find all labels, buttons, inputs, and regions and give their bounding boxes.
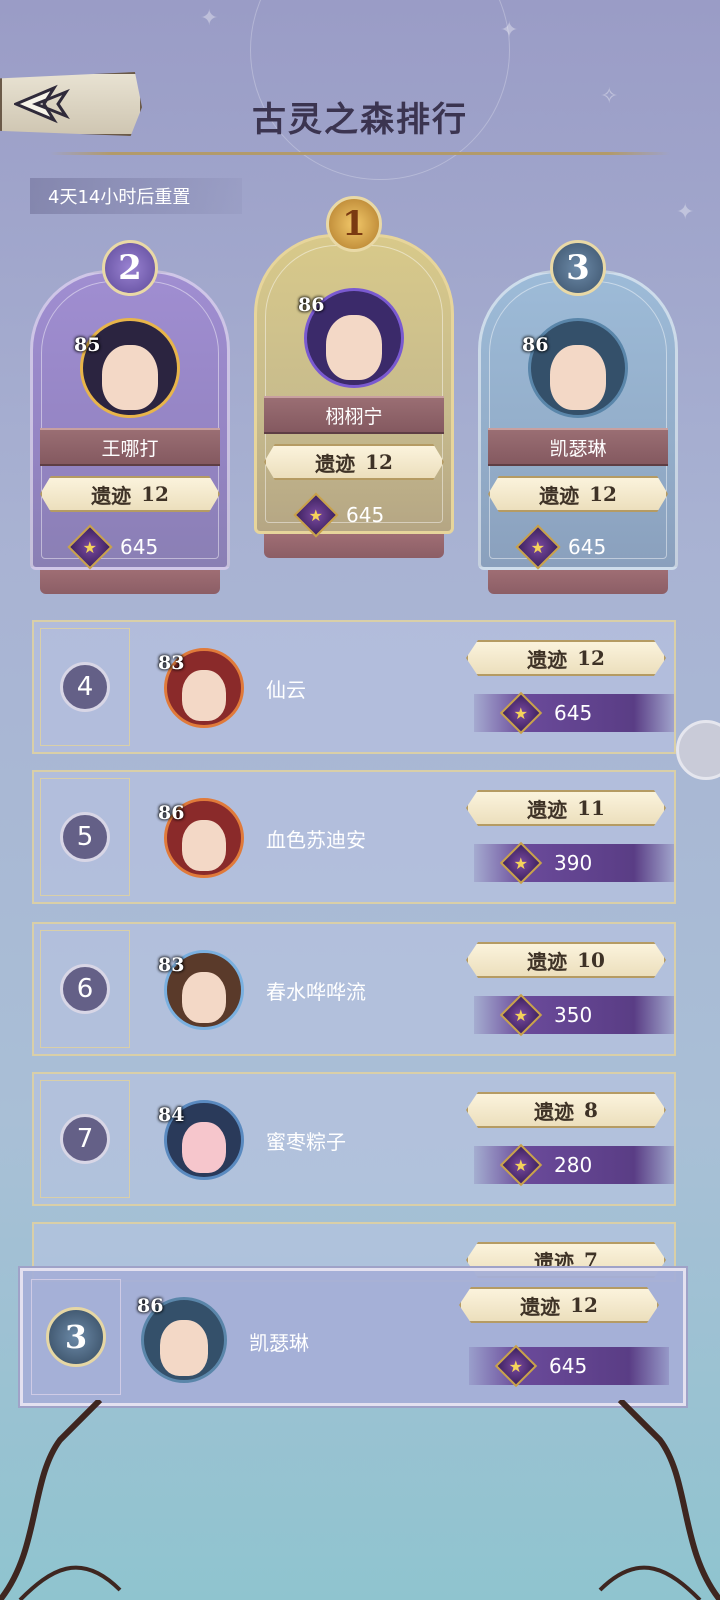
player-level: 86	[158, 802, 185, 824]
score-value: 350	[554, 1003, 593, 1027]
ruin-label: 遗迹	[527, 647, 568, 672]
rank-cell: 7	[40, 1080, 130, 1198]
rank-number: 5	[60, 812, 110, 862]
score-row: ★ 645	[67, 524, 159, 570]
star-gem-icon: ★	[499, 993, 543, 1037]
list-item[interactable]: 7 84 蜜枣粽子 遗迹 8 ★ 280	[32, 1072, 676, 1206]
player-level: 84	[158, 1104, 185, 1126]
rank-cell: 5	[40, 778, 130, 896]
player-name: 凯瑟琳	[488, 428, 668, 466]
score-bar: ★ 645	[474, 691, 674, 735]
score-bar: ★ 350	[474, 993, 674, 1037]
player-name: 仙云	[266, 678, 306, 702]
ruin-label: 遗迹	[534, 1099, 575, 1124]
player-name: 蜜枣粽子	[266, 1130, 346, 1154]
ruin-count-pill: 遗迹 12	[488, 476, 668, 512]
ruin-label: 遗迹	[527, 797, 568, 822]
title-divider	[50, 152, 670, 155]
side-tab-button[interactable]	[676, 720, 720, 780]
page-title: 古灵之森排行	[252, 100, 468, 140]
score-row: ★ 645	[515, 524, 607, 570]
star-gem-icon: ★	[515, 524, 561, 570]
ruin-count-pill: 遗迹 11	[466, 790, 666, 826]
star-gem-icon: ★	[293, 492, 339, 538]
avatar[interactable]	[80, 318, 180, 418]
list-item[interactable]: 6 83 春水哗哗流 遗迹 10 ★ 350	[32, 922, 676, 1056]
player-level: 86	[522, 334, 549, 356]
my-rank-row[interactable]: 3 86 凯瑟琳 遗迹 12 ★ 645	[20, 1268, 686, 1406]
star-gem-icon: ★	[499, 841, 543, 885]
rank-medal-2: 2	[102, 240, 158, 296]
ruin-value: 12	[141, 482, 169, 506]
score-value: 390	[554, 851, 593, 875]
rank-cell: 3	[31, 1279, 121, 1395]
player-name: 春水哗哗流	[266, 980, 366, 1004]
ruin-label: 遗迹	[539, 483, 580, 508]
player-name: 血色苏迪安	[266, 828, 366, 852]
list-item[interactable]: 4 83 仙云 遗迹 12 ★ 645	[32, 620, 676, 754]
ruin-value: 8	[584, 1098, 598, 1122]
ruin-label: 遗迹	[315, 451, 356, 476]
reset-timer: 4天14小时后重置	[30, 178, 242, 214]
score-value: 645	[549, 1354, 588, 1378]
ruin-value: 12	[589, 482, 617, 506]
ruin-count-pill: 遗迹 8	[466, 1092, 666, 1128]
score-bar: ★ 390	[474, 841, 674, 885]
rank-cell: 6	[40, 930, 130, 1048]
player-name: 栩栩宁	[264, 396, 444, 434]
ruin-count-pill: 遗迹 12	[264, 444, 444, 480]
score-value: 645	[346, 503, 385, 527]
ruin-count-pill: 遗迹 12	[459, 1287, 659, 1323]
star-gem-icon: ★	[499, 1143, 543, 1187]
score-value: 645	[120, 535, 159, 559]
score-value: 645	[554, 701, 593, 725]
score-value: 645	[568, 535, 607, 559]
sparkle-decoration: ✦	[200, 6, 219, 31]
score-row: ★ 645	[293, 492, 385, 538]
rank-medal-3: 3	[550, 240, 606, 296]
ruin-value: 10	[577, 948, 605, 972]
rank-number: 6	[60, 964, 110, 1014]
podium-card-rank-2[interactable]	[30, 270, 230, 570]
rank-number: 7	[60, 1114, 110, 1164]
score-bar: ★ 645	[469, 1344, 669, 1388]
player-name: 凯瑟琳	[249, 1331, 309, 1355]
player-level: 83	[158, 954, 185, 976]
score-value: 280	[554, 1153, 593, 1177]
sparkle-decoration: ✦	[676, 200, 695, 225]
star-gem-icon: ★	[494, 1344, 538, 1388]
ruin-label: 遗迹	[520, 1294, 561, 1319]
ruin-label: 遗迹	[527, 949, 568, 974]
player-level: 83	[158, 652, 185, 674]
star-gem-icon: ★	[499, 691, 543, 735]
rank-medal-1: 1	[326, 196, 382, 252]
ruin-value: 12	[570, 1293, 598, 1317]
ruin-value: 11	[577, 796, 605, 820]
ruin-count-pill: 遗迹 12	[40, 476, 220, 512]
ruin-count-pill: 遗迹 10	[466, 942, 666, 978]
rank-medal-self: 3	[46, 1307, 106, 1367]
player-name: 王哪打	[40, 428, 220, 466]
player-level: 86	[137, 1295, 164, 1317]
score-bar: ★ 280	[474, 1143, 674, 1187]
player-level: 86	[298, 294, 325, 316]
ruin-label: 遗迹	[91, 483, 132, 508]
ruin-value: 12	[365, 450, 393, 474]
star-gem-icon: ★	[67, 524, 113, 570]
avatar[interactable]	[528, 318, 628, 418]
rank-cell: 4	[40, 628, 130, 746]
player-level: 85	[74, 334, 101, 356]
ruin-value: 12	[577, 646, 605, 670]
rank-number: 4	[60, 662, 110, 712]
list-item[interactable]: 5 86 血色苏迪安 遗迹 11 ★ 390	[32, 770, 676, 904]
branch-decoration	[0, 1400, 720, 1600]
ruin-count-pill: 遗迹 12	[466, 640, 666, 676]
podium-card-rank-3[interactable]	[478, 270, 678, 570]
